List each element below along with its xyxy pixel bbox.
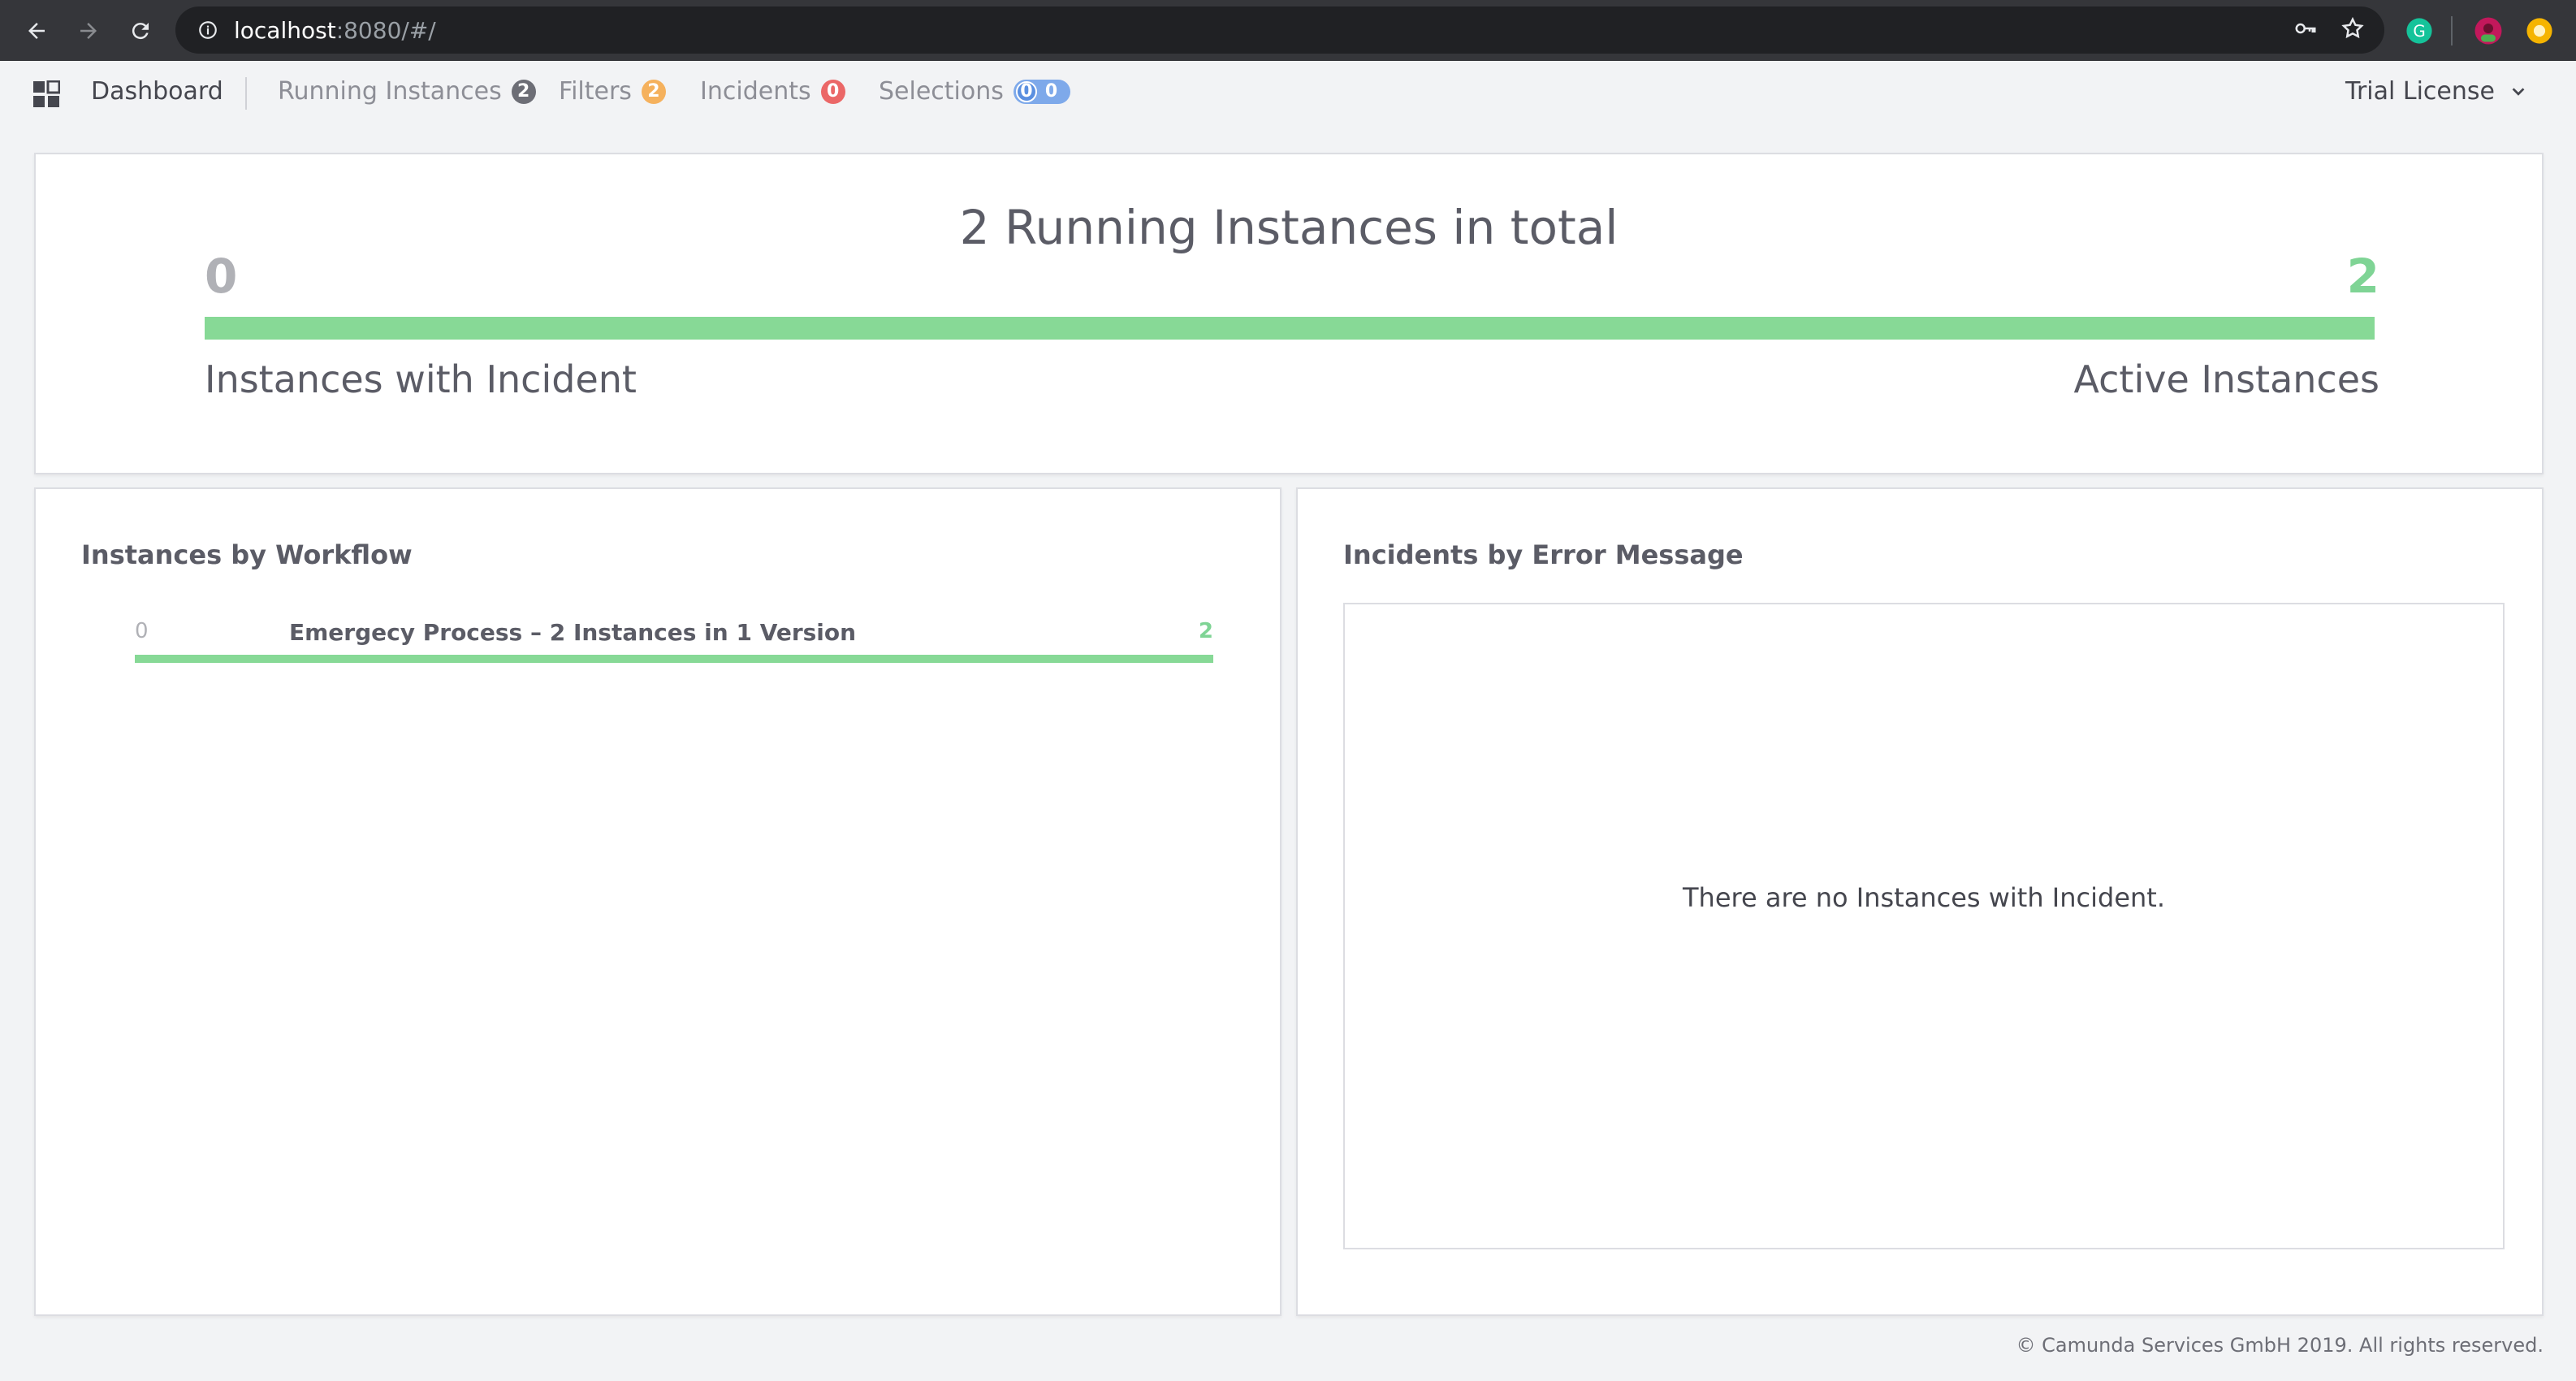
nav-filters-label: Filters — [559, 77, 632, 106]
reload-icon — [132, 22, 149, 39]
incidents-by-error-panel: Incidents by Error Message There are no … — [1296, 487, 2544, 1316]
forward-arrow-icon — [80, 22, 97, 39]
nav-selections[interactable]: Selections 0 0 — [879, 77, 1071, 106]
selection-instances-count: 0 — [1044, 81, 1058, 102]
instances-by-workflow-panel: Instances by Workflow 0 Emergecy Process… — [34, 487, 1282, 1316]
active-count[interactable]: 2 — [2347, 249, 2379, 304]
workflow-name[interactable]: Emergecy Process – 2 Instances in 1 Vers… — [289, 619, 856, 646]
license-label: Trial License — [2345, 77, 2495, 106]
incidents-badge: 0 — [820, 79, 845, 104]
incidents-empty-state: There are no Instances with Incident. — [1343, 603, 2505, 1249]
footer-copyright: © Camunda Services GmbH 2019. All rights… — [2016, 1334, 2544, 1357]
workflow-incident-count: 0 — [135, 619, 149, 643]
active-instances-fill — [205, 317, 2375, 340]
running-instances-badge: 2 — [511, 79, 536, 104]
instances-progress-bar — [205, 317, 2375, 340]
selections-badge: 0 0 — [1013, 79, 1071, 104]
url-text: localhost:8080/#/ — [234, 17, 436, 44]
license-dropdown[interactable]: Trial License — [2345, 77, 2527, 106]
incident-count[interactable]: 0 — [205, 249, 237, 304]
nav-filters[interactable]: Filters 2 — [559, 77, 666, 106]
running-instances-title[interactable]: 2 Running Instances in total — [36, 200, 2542, 255]
header-divider — [245, 77, 247, 110]
workflow-row[interactable]: 0 Emergecy Process – 2 Instances in 1 Ve… — [135, 619, 1213, 668]
browser-toolbar: localhost:8080/#/ G — [0, 0, 2576, 61]
camunda-logo-icon[interactable] — [32, 80, 61, 108]
nav-running-instances-label: Running Instances — [278, 77, 502, 106]
incidents-panel-title: Incidents by Error Message — [1343, 539, 1744, 570]
key-icon[interactable] — [2293, 16, 2318, 44]
extension-coin-icon[interactable] — [2526, 0, 2553, 61]
profile-avatar-icon[interactable] — [2474, 0, 2503, 61]
back-arrow-icon — [28, 22, 45, 39]
metric-panel: 2 Running Instances in total 0 2 Instanc… — [34, 153, 2544, 474]
toolbar-divider — [2451, 16, 2453, 45]
nav-incidents-label: Incidents — [700, 77, 811, 106]
nav-dashboard[interactable]: Dashboard — [91, 77, 223, 106]
chevron-down-icon — [2512, 87, 2525, 96]
back-button[interactable] — [16, 11, 57, 51]
grammarly-extension-icon[interactable]: G — [2405, 0, 2433, 61]
site-info-icon[interactable] — [192, 14, 224, 46]
nav-running-instances[interactable]: Running Instances 2 — [278, 77, 536, 106]
workflow-progress-bar — [135, 655, 1213, 663]
url-host: localhost — [234, 16, 336, 44]
incident-label[interactable]: Instances with Incident — [205, 357, 637, 401]
open-selections-count: 0 — [1015, 80, 1037, 102]
forward-button[interactable] — [68, 11, 109, 51]
url-path: :8080/#/ — [335, 16, 436, 44]
app-header: Dashboard Running Instances 2 Filters 2 … — [0, 61, 2576, 126]
address-bar[interactable]: localhost:8080/#/ — [175, 6, 2384, 54]
empty-message: There are no Instances with Incident. — [1683, 882, 2165, 913]
omnibox-actions — [2293, 6, 2365, 54]
workflow-panel-title: Instances by Workflow — [81, 539, 413, 570]
workflow-active-fill — [135, 655, 1213, 663]
workflow-total-count: 2 — [1198, 619, 1213, 643]
svg-text:G: G — [2413, 22, 2425, 41]
nav-incidents[interactable]: Incidents 0 — [700, 77, 845, 106]
reload-button[interactable] — [120, 11, 161, 51]
bookmark-star-icon[interactable] — [2340, 16, 2365, 44]
filters-badge: 2 — [641, 79, 666, 104]
nav-selections-label: Selections — [879, 77, 1004, 106]
active-label[interactable]: Active Instances — [2073, 357, 2379, 401]
